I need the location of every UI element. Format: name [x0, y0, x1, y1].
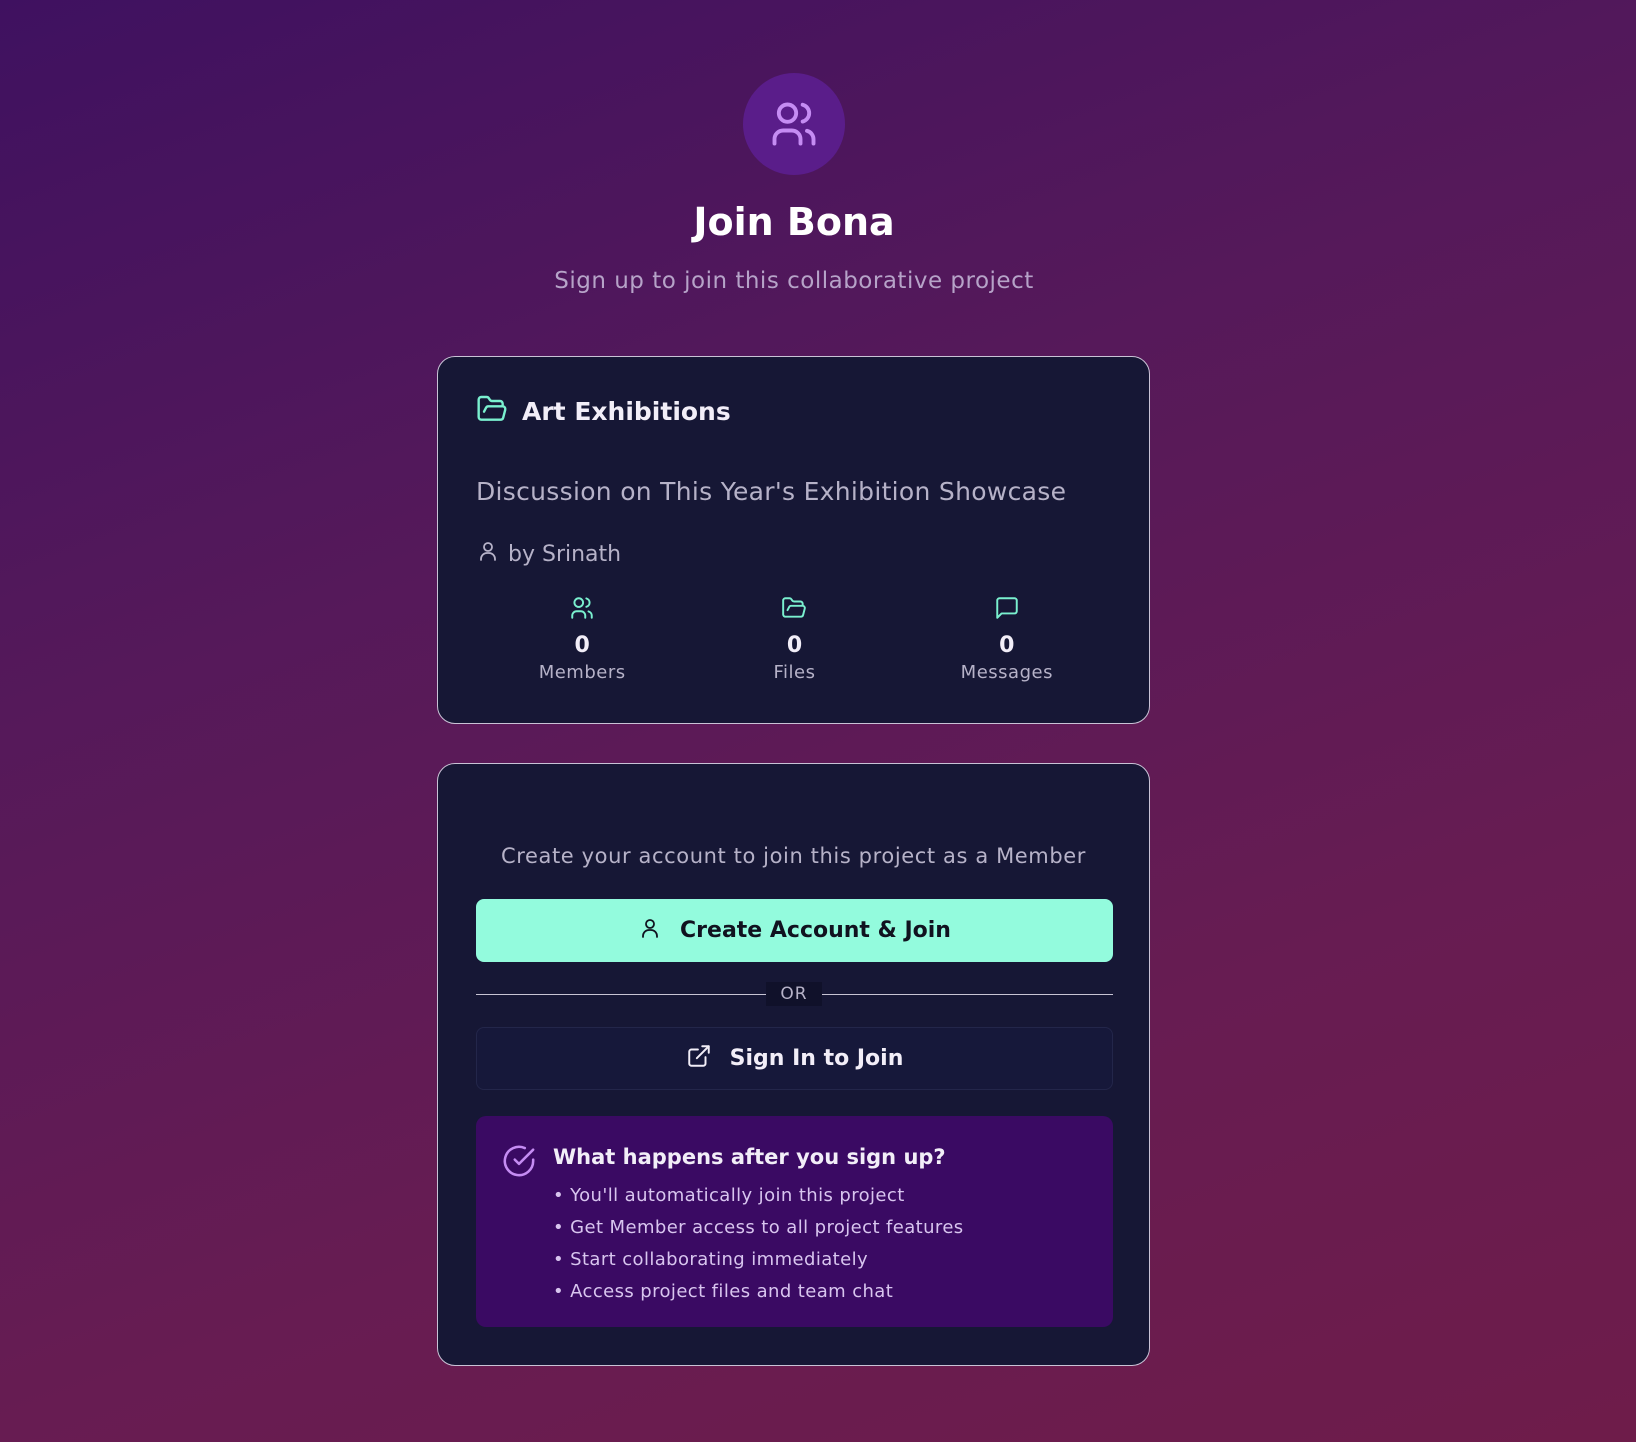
- create-account-label: Create Account & Join: [680, 918, 951, 943]
- folder-open-icon: [476, 393, 508, 429]
- project-description: Discussion on This Year's Exhibition Sho…: [476, 477, 1067, 506]
- users-icon: [569, 595, 595, 625]
- stat-files: 0 Files: [688, 595, 900, 683]
- stat-value: 0: [999, 633, 1015, 658]
- external-link-icon: [686, 1043, 712, 1075]
- page-subtitle: Sign up to join this collaborative proje…: [554, 268, 1034, 294]
- project-card: Art Exhibitions Discussion on This Year'…: [437, 356, 1150, 724]
- create-account-button[interactable]: Create Account & Join: [476, 899, 1113, 962]
- stat-messages: 0 Messages: [901, 595, 1113, 683]
- sign-in-button[interactable]: Sign In to Join: [476, 1027, 1113, 1090]
- project-stats: 0 Members 0 Files 0 Messages: [476, 595, 1113, 683]
- stat-members: 0 Members: [476, 595, 688, 683]
- hero-users-icon: [743, 73, 845, 175]
- or-divider: OR: [476, 982, 1113, 1006]
- list-item: Get Member access to all project feature…: [553, 1214, 964, 1246]
- user-icon: [638, 916, 662, 946]
- join-card: Create your account to join this project…: [437, 763, 1150, 1366]
- sign-in-label: Sign In to Join: [729, 1046, 904, 1071]
- stat-label: Members: [538, 662, 626, 683]
- project-header: Art Exhibitions: [476, 393, 731, 429]
- project-name: Art Exhibitions: [522, 396, 731, 426]
- list-item: Start collaborating immediately: [553, 1246, 964, 1278]
- stat-label: Files: [773, 662, 816, 683]
- signup-info-box: What happens after you sign up? You'll a…: [476, 1116, 1113, 1327]
- user-icon: [476, 539, 500, 569]
- stat-label: Messages: [960, 662, 1053, 683]
- join-prompt: Create your account to join this project…: [500, 844, 1087, 868]
- stat-value: 0: [786, 633, 803, 658]
- list-item: You'll automatically join this project: [553, 1182, 964, 1214]
- list-item: Access project files and team chat: [553, 1278, 964, 1310]
- page-title: Join Bona: [693, 200, 895, 244]
- stat-value: 0: [574, 633, 590, 658]
- info-list: You'll automatically join this project G…: [553, 1182, 964, 1310]
- project-author: by Srinath: [476, 539, 621, 569]
- divider-label: OR: [766, 982, 822, 1006]
- info-title: What happens after you sign up?: [553, 1145, 946, 1169]
- message-square-icon: [994, 595, 1020, 625]
- author-name: by Srinath: [508, 541, 622, 567]
- folder-open-icon: [781, 595, 807, 625]
- check-circle-icon: [502, 1144, 536, 1182]
